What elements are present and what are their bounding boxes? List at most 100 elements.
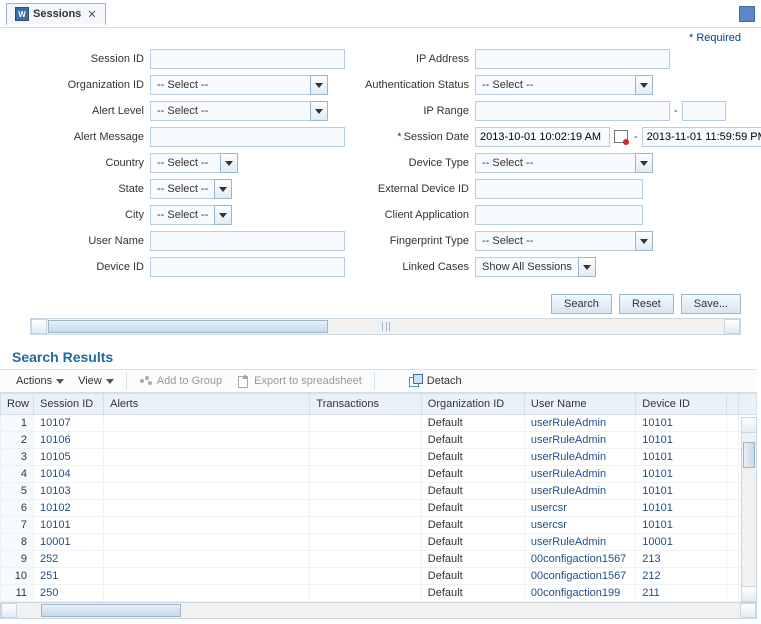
col-device-id[interactable]: Device ID (636, 394, 727, 415)
user-name-input[interactable] (150, 231, 345, 251)
cell-session-id[interactable]: 10103 (34, 483, 104, 500)
cell-user[interactable]: 00configaction1567 (524, 551, 635, 568)
vscrollbar[interactable] (741, 417, 757, 602)
reset-button[interactable]: Reset (619, 294, 674, 314)
external-device-id-input[interactable] (475, 179, 643, 199)
cell-session-id[interactable]: 10001 (34, 534, 104, 551)
col-row[interactable]: Row (1, 394, 34, 415)
cell-extra (727, 517, 739, 534)
cell-user[interactable]: userRuleAdmin (524, 415, 635, 432)
close-icon[interactable]: ✕ (87, 8, 96, 21)
table-row[interactable]: 310105DefaultuserRuleAdmin10101 (1, 449, 757, 466)
cell-user[interactable]: 00configaction1567 (524, 568, 635, 585)
cell-user[interactable]: 00configaction199 (524, 585, 635, 602)
search-button[interactable]: Search (551, 294, 612, 314)
cell-user[interactable]: userRuleAdmin (524, 449, 635, 466)
cell-session-id[interactable]: 10101 (34, 517, 104, 534)
cell-session-id[interactable]: 10102 (34, 500, 104, 517)
cell-device[interactable]: 10101 (636, 466, 727, 483)
cell-device[interactable]: 10101 (636, 449, 727, 466)
col-alerts[interactable]: Alerts (104, 394, 310, 415)
table-row[interactable]: 810001DefaultuserRuleAdmin10001 (1, 534, 757, 551)
panel-menu-icon[interactable] (739, 6, 755, 22)
table-row[interactable]: 710101Defaultusercsr10101 (1, 517, 757, 534)
chevron-down-icon[interactable] (635, 153, 653, 173)
cell-user[interactable]: userRuleAdmin (524, 432, 635, 449)
cell-user[interactable]: usercsr (524, 500, 635, 517)
cell-user[interactable]: usercsr (524, 517, 635, 534)
cell-session-id[interactable]: 252 (34, 551, 104, 568)
results-toolbar: Actions View Add to Group Export to spre… (0, 369, 757, 393)
state-select[interactable]: -- Select -- (150, 179, 232, 199)
col-organization-id[interactable]: Organization ID (421, 394, 524, 415)
ip-address-input[interactable] (475, 49, 670, 69)
cell-device[interactable]: 10001 (636, 534, 727, 551)
table-row[interactable]: 9252Default00configaction1567213 (1, 551, 757, 568)
col-session-id[interactable]: Session ID (34, 394, 104, 415)
city-select[interactable]: -- Select -- (150, 205, 232, 225)
cell-device[interactable]: 10101 (636, 432, 727, 449)
ip-range-to-input[interactable] (682, 101, 726, 121)
results-hscrollbar[interactable] (0, 602, 757, 619)
auth-status-select[interactable]: -- Select -- (475, 75, 653, 95)
table-row[interactable]: 410104DefaultuserRuleAdmin10101 (1, 466, 757, 483)
cell-extra (727, 415, 739, 432)
required-note: * Required (0, 28, 761, 46)
cell-session-id[interactable]: 10104 (34, 466, 104, 483)
results-table: Row Session ID Alerts Transactions Organ… (0, 393, 757, 602)
alert-level-select[interactable]: -- Select -- (150, 101, 328, 121)
table-row[interactable]: 210106DefaultuserRuleAdmin10101 (1, 432, 757, 449)
table-row[interactable]: 11250Default00configaction199211 (1, 585, 757, 602)
chevron-down-icon[interactable] (635, 231, 653, 251)
cell-device[interactable]: 212 (636, 568, 727, 585)
cell-user[interactable]: userRuleAdmin (524, 466, 635, 483)
chevron-down-icon[interactable] (214, 179, 232, 199)
cell-session-id[interactable]: 10106 (34, 432, 104, 449)
chevron-down-icon[interactable] (214, 205, 232, 225)
tab-sessions[interactable]: W Sessions ✕ (6, 3, 106, 26)
chevron-down-icon[interactable] (310, 75, 328, 95)
client-app-input[interactable] (475, 205, 643, 225)
chevron-down-icon[interactable] (220, 153, 238, 173)
ip-range-from-input[interactable] (475, 101, 670, 121)
table-row[interactable]: 610102Defaultusercsr10101 (1, 500, 757, 517)
sessions-tab-icon: W (15, 7, 29, 21)
save-button[interactable]: Save... (681, 294, 741, 314)
country-select[interactable]: -- Select -- (150, 153, 238, 173)
cell-device[interactable]: 213 (636, 551, 727, 568)
chevron-down-icon[interactable] (578, 257, 596, 277)
actions-menu[interactable]: Actions (10, 373, 70, 389)
session-date-to-input[interactable] (642, 127, 761, 147)
cell-user[interactable]: userRuleAdmin (524, 534, 635, 551)
cell-session-id[interactable]: 251 (34, 568, 104, 585)
cell-session-id[interactable]: 10105 (34, 449, 104, 466)
session-date-from-input[interactable] (475, 127, 610, 147)
linked-cases-select[interactable]: Show All Sessions (475, 257, 596, 277)
cell-device[interactable]: 10101 (636, 517, 727, 534)
cell-session-id[interactable]: 250 (34, 585, 104, 602)
cell-device[interactable]: 10101 (636, 500, 727, 517)
cell-user[interactable]: userRuleAdmin (524, 483, 635, 500)
cell-session-id[interactable]: 10107 (34, 415, 104, 432)
device-type-select[interactable]: -- Select -- (475, 153, 653, 173)
cell-device[interactable]: 10101 (636, 415, 727, 432)
col-user-name[interactable]: User Name (524, 394, 635, 415)
table-row[interactable]: 510103DefaultuserRuleAdmin10101 (1, 483, 757, 500)
detach-button[interactable]: Detach (403, 372, 468, 390)
view-menu[interactable]: View (72, 373, 120, 389)
cell-row: 2 (1, 432, 34, 449)
cell-device[interactable]: 10101 (636, 483, 727, 500)
table-row[interactable]: 110107DefaultuserRuleAdmin10101 (1, 415, 757, 432)
form-hscrollbar[interactable] (30, 318, 741, 335)
col-transactions[interactable]: Transactions (310, 394, 421, 415)
fingerprint-type-select[interactable]: -- Select -- (475, 231, 653, 251)
table-row[interactable]: 10251Default00configaction1567212 (1, 568, 757, 585)
session-id-input[interactable] (150, 49, 345, 69)
calendar-icon[interactable] (612, 128, 630, 146)
cell-device[interactable]: 211 (636, 585, 727, 602)
device-id-input[interactable] (150, 257, 345, 277)
chevron-down-icon[interactable] (310, 101, 328, 121)
chevron-down-icon[interactable] (635, 75, 653, 95)
organization-id-select[interactable]: -- Select -- (150, 75, 328, 95)
alert-message-input[interactable] (150, 127, 345, 147)
